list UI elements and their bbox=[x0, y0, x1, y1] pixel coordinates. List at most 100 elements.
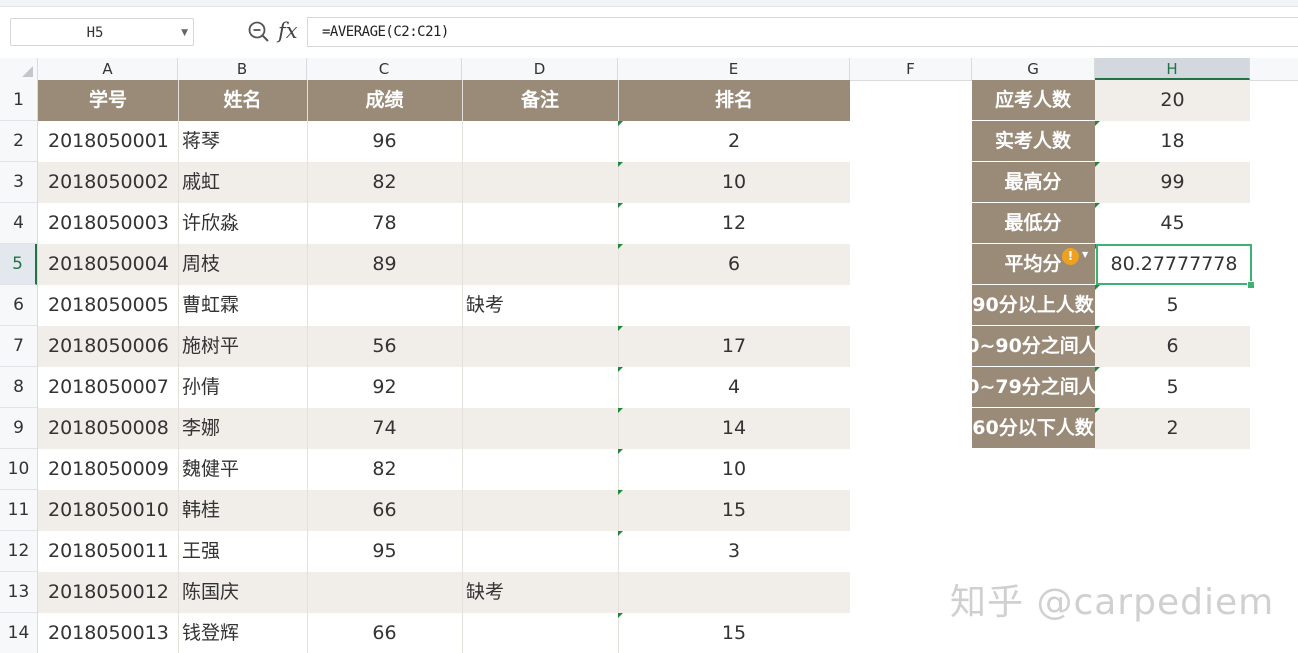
stat-value-cell[interactable]: 5 bbox=[1095, 285, 1250, 326]
stat-value-cell[interactable]: 99 bbox=[1095, 162, 1250, 203]
table-cell[interactable]: 3 bbox=[618, 531, 850, 572]
table-cell[interactable]: 2018050009 bbox=[38, 449, 178, 490]
table-cell[interactable]: 6 bbox=[618, 244, 850, 285]
table-cell[interactable]: 89 bbox=[307, 244, 462, 285]
table-cell[interactable]: 15 bbox=[618, 490, 850, 531]
column-header-b[interactable]: B bbox=[178, 58, 307, 80]
table-cell[interactable] bbox=[618, 285, 850, 326]
table-cell[interactable] bbox=[307, 285, 462, 326]
table-cell[interactable] bbox=[462, 531, 618, 572]
stat-value-cell[interactable]: 45 bbox=[1095, 203, 1250, 244]
table-cell[interactable]: 2018050013 bbox=[38, 613, 178, 653]
table-cell[interactable]: 许欣淼 bbox=[178, 203, 307, 244]
table-cell[interactable]: 陈国庆 bbox=[178, 572, 307, 613]
table-cell[interactable]: 4 bbox=[618, 367, 850, 408]
table-cell[interactable]: 戚虹 bbox=[178, 162, 307, 203]
table-cell[interactable] bbox=[462, 613, 618, 653]
stat-label-cell[interactable]: 应考人数 bbox=[972, 80, 1095, 121]
table-cell[interactable] bbox=[462, 490, 618, 531]
table-cell[interactable]: 蒋琴 bbox=[178, 121, 307, 162]
stat-label-cell[interactable]: 最高分 bbox=[972, 162, 1095, 203]
table-cell[interactable]: 2018050006 bbox=[38, 326, 178, 367]
table-cell[interactable]: 15 bbox=[618, 613, 850, 653]
table-cell[interactable]: 周枝 bbox=[178, 244, 307, 285]
table-cell[interactable]: 92 bbox=[307, 367, 462, 408]
table-cell[interactable] bbox=[462, 326, 618, 367]
row-header-11[interactable]: 11 bbox=[0, 490, 37, 531]
fill-handle[interactable] bbox=[1247, 281, 1255, 289]
row-header-10[interactable]: 10 bbox=[0, 449, 37, 490]
table-cell[interactable] bbox=[618, 572, 850, 613]
formula-input[interactable]: =AVERAGE(C2:C21) bbox=[307, 17, 1298, 47]
table-cell[interactable]: 魏健平 bbox=[178, 449, 307, 490]
column-header-d[interactable]: D bbox=[462, 58, 618, 80]
row-header-12[interactable]: 12 bbox=[0, 531, 37, 572]
table-cell[interactable]: 2018050007 bbox=[38, 367, 178, 408]
table-cell[interactable]: 14 bbox=[618, 408, 850, 449]
stat-label-cell[interactable]: 60分以下人数 bbox=[972, 408, 1095, 449]
table-cell[interactable]: 10 bbox=[618, 449, 850, 490]
table-cell[interactable]: 施树平 bbox=[178, 326, 307, 367]
row-header-1[interactable]: 1 bbox=[0, 80, 37, 121]
chevron-down-icon[interactable]: ▼ bbox=[1082, 250, 1088, 259]
name-box-value[interactable]: H5 bbox=[11, 19, 179, 47]
table-cell[interactable]: 66 bbox=[307, 613, 462, 653]
stat-label-cell[interactable]: 90分以上人数 bbox=[972, 285, 1095, 326]
column-header-a[interactable]: A bbox=[38, 58, 178, 80]
table-cell[interactable]: 95 bbox=[307, 531, 462, 572]
stat-value-cell[interactable]: 20 bbox=[1095, 80, 1250, 121]
stat-value-cell[interactable]: 2 bbox=[1095, 408, 1250, 449]
stat-label-cell[interactable]: 最低分 bbox=[972, 203, 1095, 244]
table-cell[interactable]: 缺考 bbox=[462, 285, 618, 326]
table-cell[interactable]: 2018050002 bbox=[38, 162, 178, 203]
table-cell[interactable] bbox=[307, 572, 462, 613]
table-header-cell[interactable]: 成绩 bbox=[307, 80, 462, 121]
table-cell[interactable]: 孙倩 bbox=[178, 367, 307, 408]
table-cell[interactable] bbox=[462, 244, 618, 285]
table-cell[interactable]: 82 bbox=[307, 162, 462, 203]
column-header-c[interactable]: C bbox=[307, 58, 462, 80]
row-header-4[interactable]: 4 bbox=[0, 203, 37, 244]
table-cell[interactable] bbox=[462, 162, 618, 203]
table-cell[interactable]: 2018050010 bbox=[38, 490, 178, 531]
function-icon[interactable]: fx bbox=[278, 17, 298, 45]
table-cell[interactable] bbox=[462, 203, 618, 244]
table-cell[interactable]: 12 bbox=[618, 203, 850, 244]
row-header-13[interactable]: 13 bbox=[0, 572, 37, 613]
zoom-search-icon[interactable] bbox=[247, 20, 271, 44]
table-cell[interactable]: 钱登辉 bbox=[178, 613, 307, 653]
table-cell[interactable]: 56 bbox=[307, 326, 462, 367]
row-header-2[interactable]: 2 bbox=[0, 121, 37, 162]
table-cell[interactable] bbox=[462, 367, 618, 408]
select-all-corner[interactable] bbox=[0, 58, 38, 80]
row-header-7[interactable]: 7 bbox=[0, 326, 37, 367]
table-header-cell[interactable]: 姓名 bbox=[178, 80, 307, 121]
stat-value-cell[interactable]: 18 bbox=[1095, 121, 1250, 162]
cell-grid[interactable]: 学号 姓名 成绩 备注 排名 2018050001 蒋琴 96 2 2018050002 戚虹 82 1… bbox=[38, 80, 1298, 653]
table-cell[interactable]: 10 bbox=[618, 162, 850, 203]
table-cell[interactable] bbox=[462, 449, 618, 490]
table-cell[interactable]: 17 bbox=[618, 326, 850, 367]
name-box[interactable]: H5 ▼ bbox=[10, 18, 194, 46]
table-header-cell[interactable]: 学号 bbox=[38, 80, 178, 121]
table-cell[interactable]: 2018050003 bbox=[38, 203, 178, 244]
row-header-6[interactable]: 6 bbox=[0, 285, 37, 326]
table-cell[interactable]: 曹虹霖 bbox=[178, 285, 307, 326]
stat-label-cell[interactable]: 80~90分之间人数 bbox=[972, 326, 1095, 367]
active-cell-h5[interactable]: 80.27777778 bbox=[1096, 244, 1252, 285]
chevron-down-icon[interactable]: ▼ bbox=[181, 19, 188, 47]
table-cell[interactable]: 66 bbox=[307, 490, 462, 531]
table-cell[interactable]: 78 bbox=[307, 203, 462, 244]
table-cell[interactable]: 96 bbox=[307, 121, 462, 162]
row-header-9[interactable]: 9 bbox=[0, 408, 37, 449]
stat-label-cell[interactable]: 60~79分之间人数 bbox=[972, 367, 1095, 408]
row-header-8[interactable]: 8 bbox=[0, 367, 37, 408]
warning-icon[interactable]: ! bbox=[1062, 248, 1079, 265]
table-header-cell[interactable]: 排名 bbox=[618, 80, 850, 121]
column-header-g[interactable]: G bbox=[972, 58, 1095, 80]
table-cell[interactable]: 2018050012 bbox=[38, 572, 178, 613]
table-header-cell[interactable]: 备注 bbox=[462, 80, 618, 121]
stat-value-cell[interactable]: 5 bbox=[1095, 367, 1250, 408]
table-cell[interactable] bbox=[462, 121, 618, 162]
table-cell[interactable]: 李娜 bbox=[178, 408, 307, 449]
